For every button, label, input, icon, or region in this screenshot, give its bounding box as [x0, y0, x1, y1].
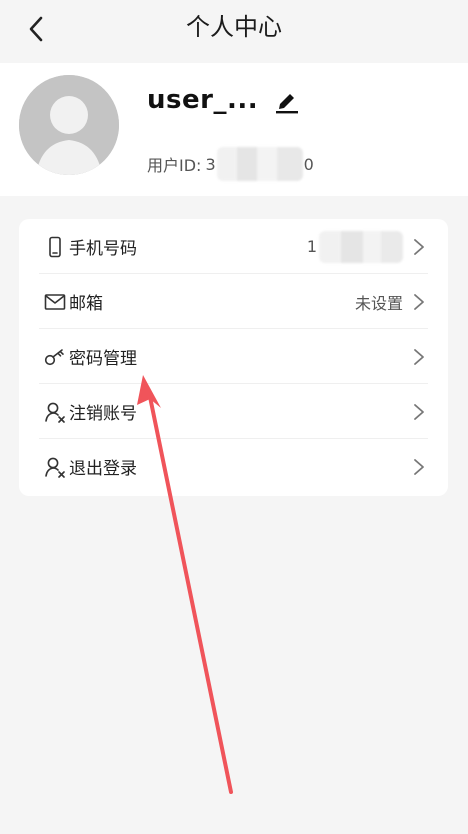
menu-label-email: 邮箱	[69, 294, 103, 314]
user-id-row: 用户ID: 3 0	[147, 147, 314, 181]
menu-item-email[interactable]: 邮箱 未设置	[19, 274, 448, 329]
chevron-right-icon	[412, 402, 426, 422]
user-remove-icon	[43, 400, 67, 424]
phone-mask	[319, 230, 403, 263]
menu-label-logout: 退出登录	[69, 459, 137, 479]
mail-icon	[43, 290, 67, 314]
menu-item-phone[interactable]: 手机号码 1	[19, 219, 448, 274]
username: user_...	[147, 85, 259, 115]
user-id-label: 用户ID:	[147, 156, 202, 175]
menu-label-delete-account: 注销账号	[69, 404, 137, 424]
phone-prefix: 1	[306, 237, 317, 256]
chevron-right-icon	[412, 347, 426, 367]
menu-label-password: 密码管理	[69, 349, 137, 369]
default-avatar-icon	[19, 75, 119, 175]
menu-item-delete-account[interactable]: 注销账号	[19, 384, 448, 439]
username-row: user_...	[147, 85, 300, 115]
chevron-right-icon	[412, 292, 426, 312]
user-id-mask	[216, 147, 303, 181]
header: 个人中心	[0, 0, 468, 60]
page-title: 个人中心	[186, 13, 282, 41]
avatar[interactable]	[19, 75, 119, 175]
edit-profile-button[interactable]	[274, 86, 300, 114]
user-logout-icon	[43, 455, 67, 479]
menu-item-logout[interactable]: 退出登录	[19, 439, 448, 494]
account-menu-card: 手机号码 1 邮箱 未设置 密码管理 注销账号 退出登录	[19, 219, 448, 496]
edit-icon	[276, 94, 299, 114]
chevron-right-icon	[412, 457, 426, 477]
menu-label-phone: 手机号码	[69, 239, 137, 259]
user-id-suffix: 0	[303, 154, 314, 174]
key-icon	[43, 345, 67, 369]
menu-item-password[interactable]: 密码管理	[19, 329, 448, 384]
phone-icon	[43, 235, 67, 259]
menu-value-email: 未设置	[354, 293, 403, 313]
chevron-right-icon	[412, 237, 426, 257]
profile-card: user_... 用户ID: 3 0	[0, 63, 468, 196]
user-id-prefix: 3	[205, 154, 216, 174]
menu-value-phone: 1	[306, 230, 403, 263]
